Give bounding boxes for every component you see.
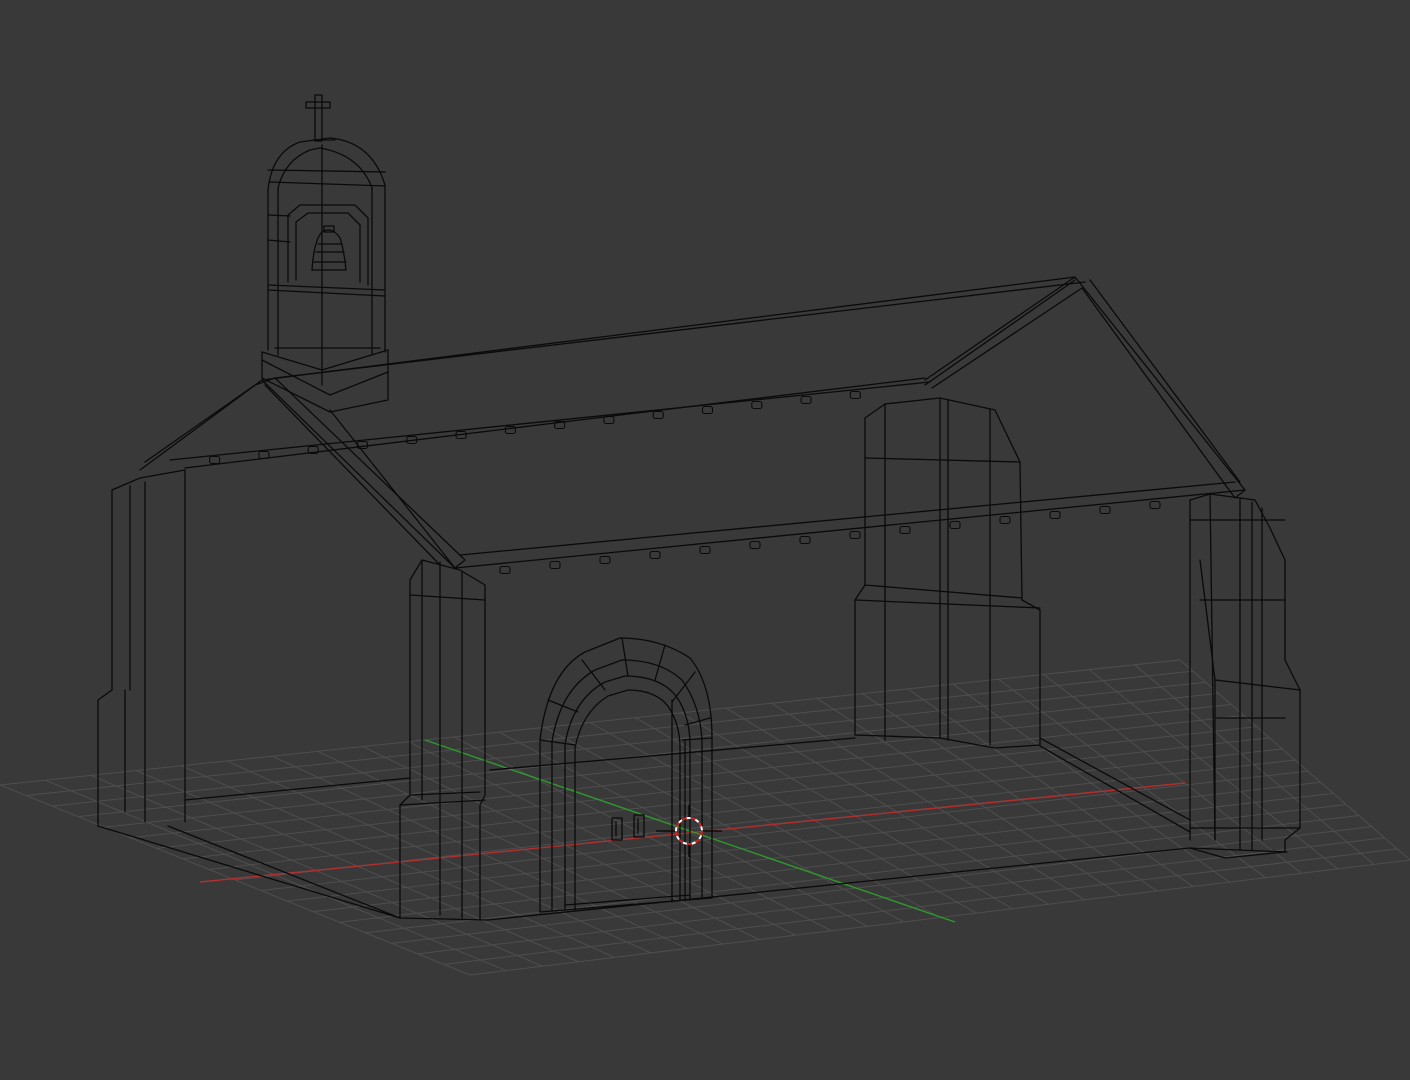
corbel <box>749 540 761 550</box>
grid-line <box>52 681 1206 807</box>
corbel <box>603 415 615 425</box>
grid-line <box>104 703 1232 828</box>
grid-line <box>156 726 1257 849</box>
corbel <box>599 555 611 565</box>
buttress-back-right[interactable] <box>854 397 1041 749</box>
grid-line <box>130 715 1244 839</box>
corbel <box>1099 505 1111 515</box>
corbel <box>999 515 1011 525</box>
corbel <box>849 390 861 400</box>
corbel <box>799 535 811 545</box>
corbel <box>499 565 511 575</box>
grid-line <box>391 826 1372 944</box>
grid-line <box>0 659 1181 786</box>
grid-line <box>261 770 1308 892</box>
grid-line <box>78 692 1219 818</box>
grid-line <box>208 748 1283 870</box>
corbel <box>652 410 664 420</box>
grid-line <box>287 781 1321 902</box>
gable-roof[interactable] <box>139 276 1246 569</box>
door-handles <box>611 814 645 841</box>
bell-tower[interactable] <box>261 137 389 413</box>
corbel <box>701 405 714 415</box>
corbel <box>899 525 911 535</box>
corbel <box>699 545 711 555</box>
floor-grid <box>0 659 1410 976</box>
corbel <box>949 520 961 530</box>
corbel <box>800 395 812 405</box>
grid-line <box>182 737 1270 860</box>
corbel <box>649 550 661 560</box>
bell <box>311 225 347 271</box>
grid-line <box>365 815 1359 934</box>
corbel <box>1149 500 1161 510</box>
arched-doorway[interactable] <box>539 637 713 913</box>
grid-line <box>313 792 1334 913</box>
grid-line <box>26 670 1193 797</box>
chapel-model[interactable] <box>97 94 1301 921</box>
corbel <box>751 400 763 410</box>
grid-line <box>339 803 1347 923</box>
cross <box>305 94 336 142</box>
chapel-walls[interactable] <box>97 377 1288 921</box>
roof-corbels <box>209 390 1161 575</box>
corbel <box>849 530 861 540</box>
corbel <box>1049 510 1061 520</box>
3d-viewport[interactable] <box>0 0 1410 1080</box>
corbel <box>209 455 221 465</box>
wireframe-scene[interactable] <box>0 0 1410 1080</box>
corbel <box>549 560 561 570</box>
